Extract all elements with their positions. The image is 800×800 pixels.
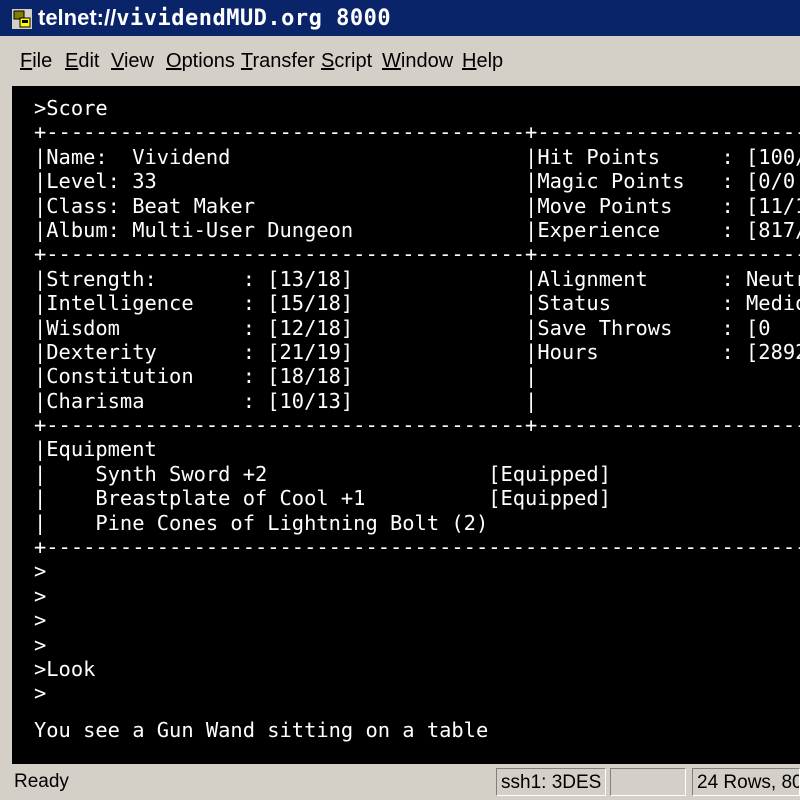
menu-file[interactable]: File	[20, 50, 52, 73]
terminal-line: >	[34, 608, 47, 633]
status-blank	[610, 768, 686, 796]
terminal-line: | Pine Cones of Lightning Bolt (2)	[34, 510, 489, 535]
terminal-line: |Level: 33 |Magic Points : [0/0	[34, 169, 796, 194]
terminal-line: +---------------------------------------…	[34, 120, 800, 145]
terminal-line: | Synth Sword +2 [Equipped]	[34, 461, 611, 486]
menu-view[interactable]: View	[111, 50, 154, 73]
telnet-app-icon	[12, 9, 32, 29]
terminal-line: >Look	[34, 656, 96, 681]
status-ready: Ready	[14, 771, 69, 792]
terminal-line: +---------------------------------------…	[34, 535, 800, 560]
status-bar: Ready ssh1: 3DES 24 Rows, 80	[0, 764, 800, 800]
terminal-line: |Equipment	[34, 437, 157, 462]
terminal-line: |Class: Beat Maker |Move Points : [11/10	[34, 193, 800, 218]
menu-help[interactable]: Help	[462, 50, 503, 73]
terminal-line: |Dexterity : [21/19] |Hours : [289290	[34, 339, 800, 364]
window-title: telnet://vividendMUD.org 8000	[38, 4, 391, 32]
terminal-line: >	[34, 583, 47, 608]
terminal-screen[interactable]: >Score +---------------------------------…	[12, 86, 800, 764]
terminal-line: >	[34, 681, 47, 706]
terminal-line: +---------------------------------------…	[34, 242, 800, 267]
terminal-line: |Wisdom : [12/18] |Save Throws : [0	[34, 315, 771, 340]
menu-bar: File Edit View Options Transfer Script W…	[0, 36, 800, 86]
title-bar: telnet://vividendMUD.org 8000	[0, 0, 800, 36]
status-connection: ssh1: 3DES	[496, 768, 606, 796]
terminal-line: |Constitution : [18/18] |	[34, 364, 538, 389]
terminal-line: |Name: Vividend |Hit Points : [100/10	[34, 144, 800, 169]
menu-options[interactable]: Options	[166, 50, 235, 73]
title-prefix: telnet://	[38, 5, 117, 30]
terminal-line: >	[34, 632, 47, 657]
terminal-line: | Breastplate of Cool +1 [Equipped]	[34, 486, 611, 511]
status-terminal-size: 24 Rows, 80	[692, 768, 800, 796]
title-host: vividendMUD.org 8000	[116, 6, 392, 31]
terminal-line: >Score	[34, 96, 108, 120]
terminal-line: |Intelligence : [15/18] |Status : Medioc…	[34, 291, 800, 316]
menu-script[interactable]: Script	[321, 50, 372, 73]
terminal-line: |Strength: : [13/18] |Alignment : Neutra…	[34, 266, 800, 291]
terminal-line: +---------------------------------------…	[34, 413, 800, 438]
terminal-line: |Album: Multi-User Dungeon |Experience :…	[34, 217, 800, 242]
terminal-line: You see a Gun Wand sitting on a table	[34, 717, 489, 742]
menu-window[interactable]: Window	[382, 50, 453, 73]
terminal-text: >Score +---------------------------------…	[34, 96, 800, 742]
terminal-line: |Charisma : [10/13] |	[34, 388, 538, 413]
menu-transfer[interactable]: Transfer	[241, 50, 315, 73]
terminal-line: >	[34, 559, 47, 584]
menu-edit[interactable]: Edit	[65, 50, 99, 73]
